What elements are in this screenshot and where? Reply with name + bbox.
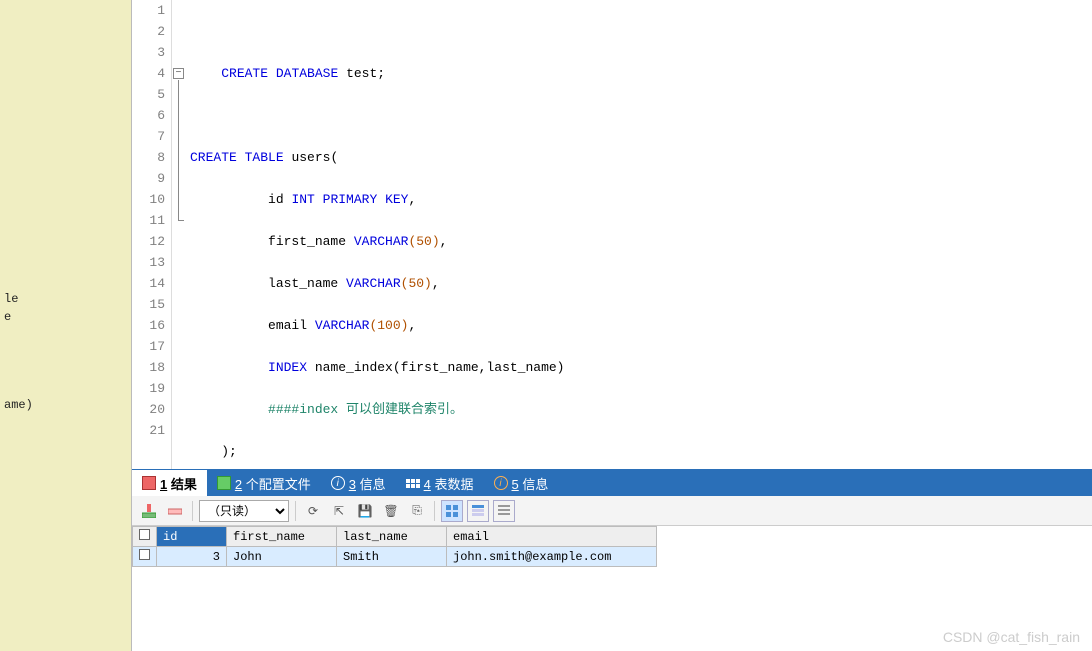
tree-item[interactable]: ame): [0, 396, 131, 414]
table-icon: [406, 479, 420, 488]
tree-item[interactable]: e: [0, 308, 131, 326]
grid-view-button[interactable]: [441, 500, 463, 522]
code-content[interactable]: CREATE DATABASE test; CREATE TABLE users…: [186, 0, 1092, 469]
separator: [434, 501, 435, 521]
column-header-id[interactable]: id: [157, 527, 227, 547]
column-header-email[interactable]: email: [447, 527, 657, 547]
column-header-lastname[interactable]: last_name: [337, 527, 447, 547]
fold-toggle[interactable]: −: [173, 68, 184, 79]
tab-info-3[interactable]: i 3 信息: [321, 470, 396, 496]
sql-editor[interactable]: 1234 5678 9101112 13141516 17181920 21 −…: [132, 0, 1092, 470]
export-button[interactable]: ⇱: [328, 500, 350, 522]
refresh-button[interactable]: ⟳: [302, 500, 324, 522]
readonly-select[interactable]: （只读）: [199, 500, 289, 522]
delete-button[interactable]: 🗑: [380, 500, 402, 522]
info-icon: i: [331, 476, 345, 490]
form-view-button[interactable]: [467, 500, 489, 522]
fold-line: [178, 80, 179, 220]
tab-results[interactable]: 1 结果: [132, 470, 207, 496]
column-header-firstname[interactable]: first_name: [227, 527, 337, 547]
checkbox-header[interactable]: [133, 527, 157, 547]
copy-button[interactable]: ⎘: [406, 500, 428, 522]
info-icon: i: [494, 476, 508, 490]
tree-item[interactable]: le: [0, 290, 131, 308]
header-row: id first_name last_name email: [133, 527, 657, 547]
fold-end: [178, 220, 184, 221]
table-row[interactable]: 3 John Smith john.smith@example.com: [133, 547, 657, 567]
results-grid[interactable]: id first_name last_name email 3 John Smi…: [132, 526, 1092, 567]
cell-id[interactable]: 3: [157, 547, 227, 567]
object-browser-panel[interactable]: le e ame): [0, 0, 132, 651]
delete-row-button[interactable]: [164, 500, 186, 522]
add-row-button[interactable]: [138, 500, 160, 522]
text-view-button[interactable]: [493, 500, 515, 522]
save-button[interactable]: 💾: [354, 500, 376, 522]
tab-tabledata[interactable]: 4 表数据: [396, 470, 484, 496]
watermark: CSDN @cat_fish_rain: [943, 629, 1080, 645]
tab-info-5[interactable]: i 5 信息: [484, 470, 559, 496]
separator: [192, 501, 193, 521]
cell-firstname[interactable]: John: [227, 547, 337, 567]
fold-column[interactable]: −: [172, 0, 186, 469]
separator: [295, 501, 296, 521]
row-checkbox[interactable]: [133, 547, 157, 567]
line-gutter: 1234 5678 9101112 13141516 17181920 21: [132, 0, 172, 469]
tab-profile[interactable]: 2 个配置文件: [207, 470, 321, 496]
cell-email[interactable]: john.smith@example.com: [447, 547, 657, 567]
results-tabs: 1 结果 2 个配置文件 i 3 信息 4 表数据 i 5 信息: [132, 470, 1092, 496]
results-icon: [142, 476, 156, 490]
cell-lastname[interactable]: Smith: [337, 547, 447, 567]
profile-icon: [217, 476, 231, 490]
results-toolbar: （只读） ⟳ ⇱ 💾 🗑 ⎘: [132, 496, 1092, 526]
